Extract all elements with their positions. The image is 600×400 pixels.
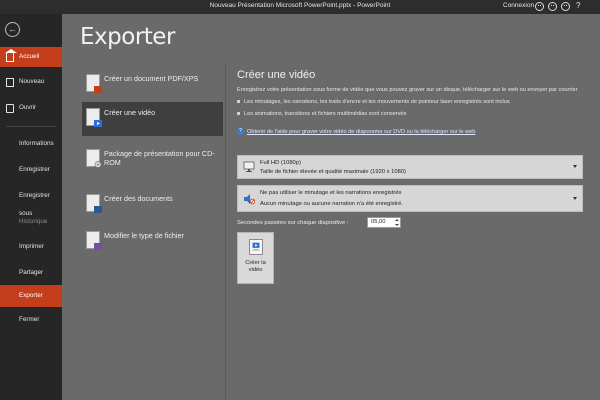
sidebar-item-label: Ouvrir — [19, 104, 37, 111]
bullet-icon — [237, 100, 240, 104]
export-option-video[interactable]: Créer une vidéo — [82, 102, 223, 136]
export-option-file-type[interactable]: Modifier le type de fichier — [82, 225, 223, 259]
back-arrow-icon[interactable]: ← — [5, 22, 20, 37]
smile-feedback-icon[interactable] — [535, 2, 544, 11]
dropdown-title: Ne pas utiliser le minutage et les narra… — [260, 190, 402, 196]
export-option-label: Créer une vidéo — [104, 108, 156, 117]
bullet-icon — [237, 112, 240, 116]
dropdown-title: Full HD (1080p) — [260, 160, 301, 166]
home-icon — [5, 49, 17, 62]
create-video-line2: vidéo — [248, 267, 263, 273]
sidebar-item-close[interactable]: Fermer — [0, 311, 62, 329]
seconds-label: Secondes passées sur chaque diapositive … — [237, 220, 349, 226]
sidebar-divider — [6, 126, 56, 127]
help-button[interactable]: ? — [576, 1, 580, 10]
dropdown-subtitle: Taille de fichier élevée et qualité maxi… — [260, 169, 406, 175]
sidebar-item-print[interactable]: Imprimer — [0, 238, 62, 256]
handouts-icon — [86, 194, 102, 213]
pdf-document-icon — [86, 74, 102, 93]
help-link[interactable]: ? Obtenir de l'aide pour graver votre vid… — [237, 128, 475, 135]
sidebar-item-save-as[interactable]: Enregistrer sous — [0, 187, 62, 217]
export-option-pdf[interactable]: Créer un document PDF/XPS — [82, 68, 223, 102]
sidebar-item-save[interactable]: Enregistrer — [0, 161, 62, 179]
page-title: Exporter — [80, 24, 175, 50]
list-item: Les animations, transitions et fichiers … — [237, 111, 406, 117]
sidebar-item-label: Nouveau — [19, 78, 45, 85]
quality-dropdown[interactable]: Full HD (1080p) Taille de fichier élevée… — [237, 155, 583, 179]
chevron-down-icon — [573, 165, 577, 168]
title-bar: Nouveau Présentation Microsoft PowerPoin… — [0, 0, 600, 14]
export-option-label: Package de présentation pour CD-ROM — [104, 149, 215, 167]
export-option-handouts[interactable]: Créer des documents — [82, 188, 223, 222]
create-video-button[interactable]: Créer la vidéo — [237, 232, 274, 284]
dropdown-subtitle: Aucun minutage ou aucune narration n'a é… — [260, 201, 403, 207]
seconds-value: 05,00 — [371, 219, 386, 225]
sidebar-item-history: Historique — [19, 218, 48, 225]
export-option-label: Créer un document PDF/XPS — [104, 74, 199, 83]
video-icon — [86, 108, 102, 127]
help-circle-icon: ? — [237, 128, 244, 135]
sidebar-item-open[interactable]: Ouvrir — [0, 98, 62, 118]
seconds-stepper[interactable]: 05,00 — [367, 217, 401, 228]
cd-package-icon — [86, 149, 102, 168]
sidebar-item-label: Accueil — [19, 53, 40, 60]
list-item: Les minutages, les narrations, les trait… — [237, 99, 510, 105]
timing-narration-icon — [244, 194, 255, 205]
new-document-icon — [6, 78, 14, 87]
create-video-icon — [249, 239, 263, 255]
spin-down-icon[interactable] — [395, 224, 399, 226]
sidebar-item-home[interactable]: Accueil — [0, 47, 62, 67]
chevron-down-icon — [573, 196, 577, 200]
export-option-label: Modifier le type de fichier — [104, 231, 184, 240]
timing-dropdown[interactable]: Ne pas utiliser le minutage et les narra… — [237, 185, 583, 212]
folder-icon — [6, 104, 14, 113]
spin-up-icon[interactable] — [395, 219, 399, 221]
monitor-icon — [243, 161, 255, 172]
bullet-text: Les minutages, les narrations, les trait… — [244, 99, 510, 105]
help-link-text[interactable]: Obtenir de l'aide pour graver votre vidé… — [247, 129, 475, 135]
sign-in-link[interactable]: Connexion — [503, 2, 534, 9]
neutral-feedback-icon[interactable] — [561, 2, 570, 11]
export-pane: Exporter Créer un document PDF/XPS Créer… — [62, 14, 600, 400]
export-option-label: Créer des documents — [104, 194, 173, 203]
file-type-icon — [86, 231, 102, 250]
backstage-sidebar: ← Accueil Nouveau Ouvrir Informations En… — [0, 14, 62, 400]
create-video-line1: Créer la — [245, 260, 266, 266]
sidebar-item-export[interactable]: Exporter — [0, 285, 62, 307]
sidebar-item-new[interactable]: Nouveau — [0, 72, 62, 92]
section-title: Créer une vidéo — [237, 69, 316, 81]
pane-divider — [225, 64, 226, 400]
video-description: Enregistrez votre présentation sous form… — [237, 87, 578, 93]
export-option-cdrom[interactable]: Package de présentation pour CD-ROM — [82, 143, 223, 183]
create-video-label: Créer la vidéo — [238, 260, 273, 274]
sidebar-item-share[interactable]: Partager — [0, 264, 62, 282]
bullet-text: Les animations, transitions et fichiers … — [244, 111, 407, 117]
frown-feedback-icon[interactable] — [548, 2, 557, 11]
sidebar-item-info[interactable]: Informations — [0, 135, 62, 153]
